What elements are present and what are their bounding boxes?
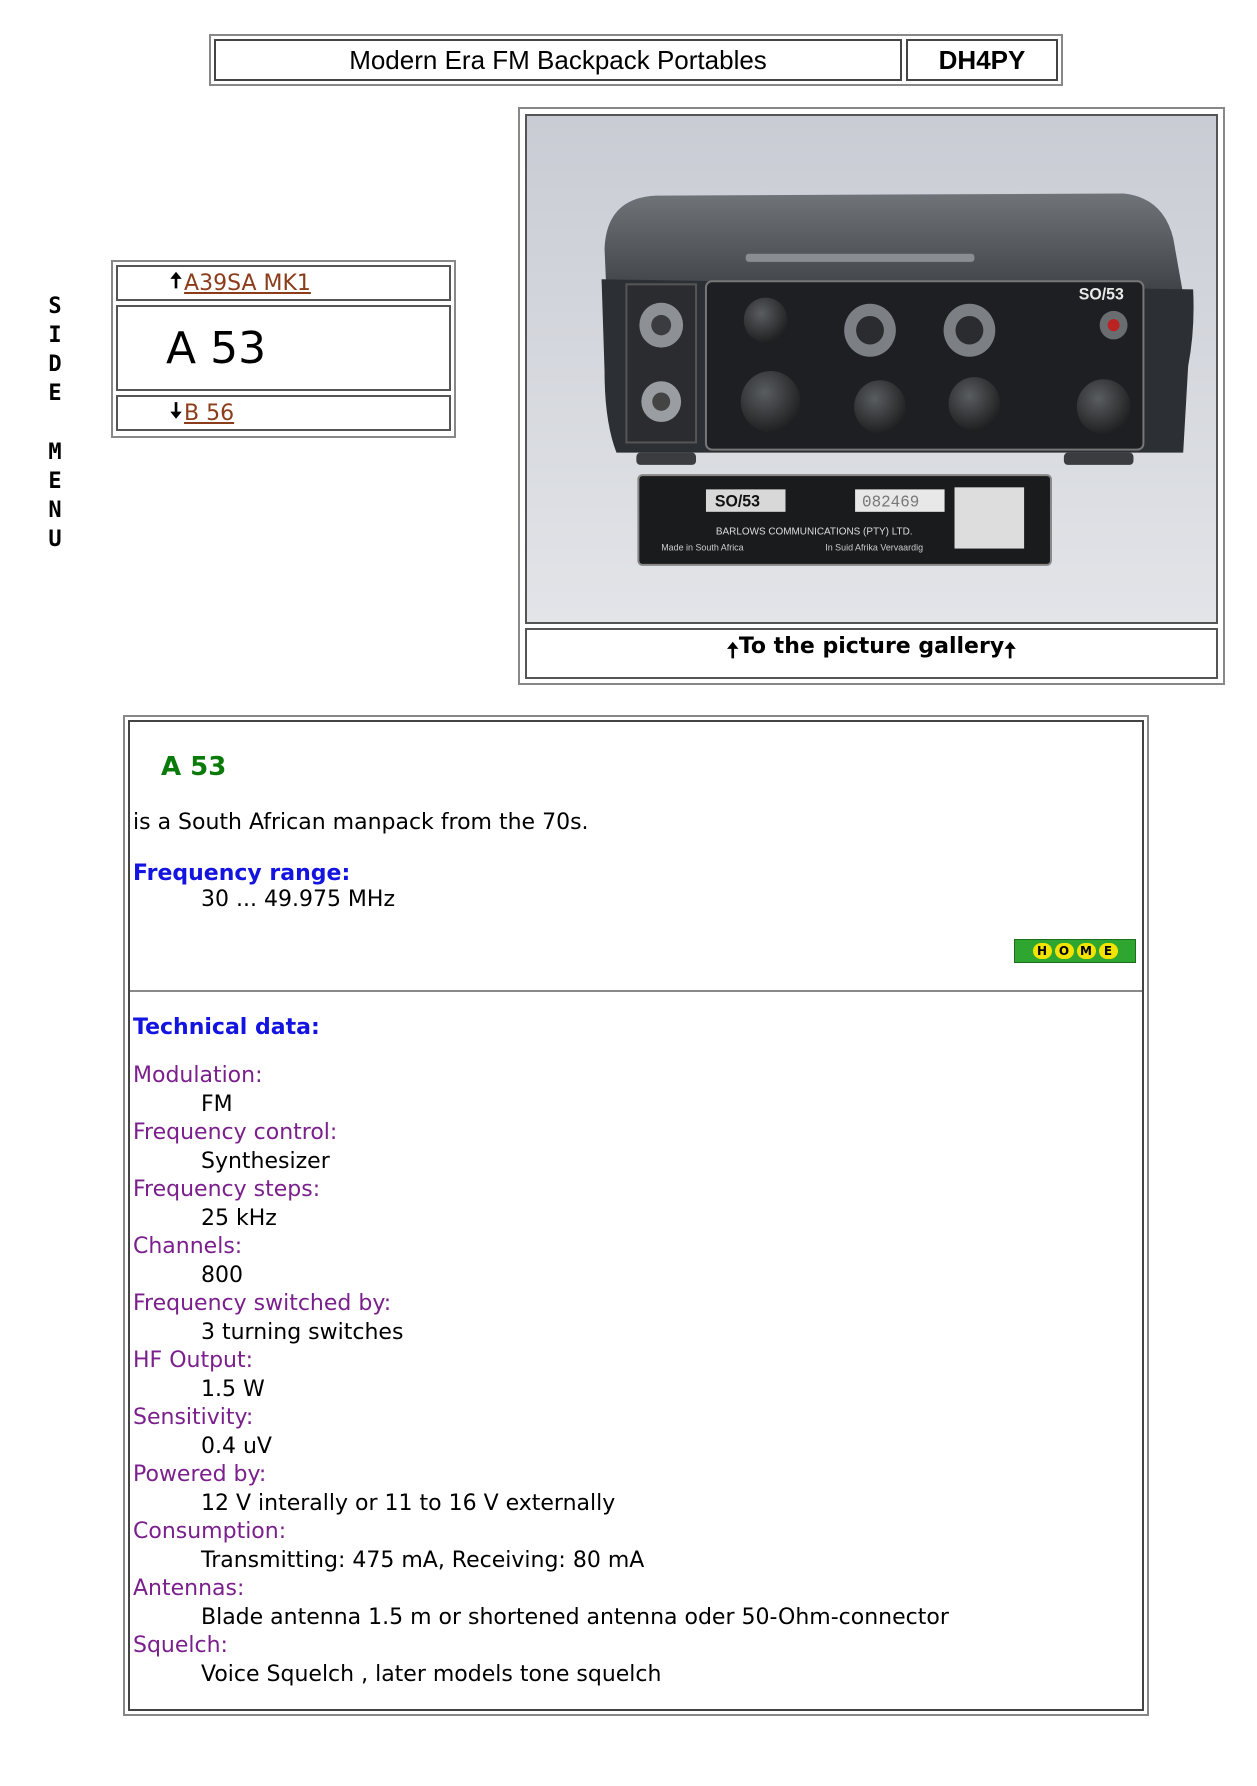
page-title: Modern Era FM Backpack Portables bbox=[214, 39, 902, 81]
plate-made: Made in South Africa bbox=[661, 542, 744, 552]
side-menu-letter: E bbox=[48, 381, 62, 406]
spec-label: Squelch: bbox=[133, 1633, 228, 1658]
arrow-up-icon: 🠅 bbox=[1004, 639, 1017, 664]
intro-text: is a South African manpack from the 70s. bbox=[133, 810, 589, 835]
spec-value: 12 V interally or 11 to 16 V externally bbox=[201, 1491, 616, 1516]
arrow-down-icon: 🠇 bbox=[170, 399, 183, 424]
side-menu-letter: M bbox=[48, 440, 62, 465]
technical-data-heading: Technical data: bbox=[133, 1015, 320, 1040]
plate-made-local: In Suid Afrika Vervaardig bbox=[825, 542, 923, 552]
home-letter: H bbox=[1032, 943, 1052, 959]
spec-label: Frequency control: bbox=[133, 1120, 338, 1145]
spec-value: FM bbox=[201, 1092, 233, 1117]
spec-value: Voice Squelch , later models tone squelc… bbox=[201, 1662, 662, 1687]
plate-type: SO/53 bbox=[715, 493, 760, 511]
spec-label: Frequency steps: bbox=[133, 1177, 321, 1202]
spec-list: Modulation: FM Frequency control: Synthe… bbox=[133, 1062, 949, 1689]
home-letter: M bbox=[1076, 943, 1096, 959]
spec-label: Sensitivity: bbox=[133, 1405, 254, 1430]
page-header: Modern Era FM Backpack Portables DH4PY bbox=[209, 34, 1063, 86]
side-menu-letter: S bbox=[48, 294, 62, 319]
spec-label: Antennas: bbox=[133, 1576, 245, 1601]
side-menu-letter: N bbox=[48, 498, 62, 523]
spec-value: 800 bbox=[201, 1263, 243, 1288]
current-model: A 53 bbox=[116, 305, 451, 391]
gallery-link[interactable]: 🠅 To the picture gallery 🠅 bbox=[525, 628, 1218, 679]
radio-photo[interactable]: SO/53 SO/53 082469 BARLOWS COMMUNICATION… bbox=[525, 114, 1218, 624]
spec-label: Frequency switched by: bbox=[133, 1291, 392, 1316]
photo-box: SO/53 SO/53 082469 BARLOWS COMMUNICATION… bbox=[518, 107, 1225, 685]
info-content: A 53 is a South African manpack from the… bbox=[128, 720, 1144, 1711]
next-model-cell: 🠇 B 56 bbox=[116, 395, 451, 431]
panel-label: SO/53 bbox=[1079, 285, 1124, 303]
spec-label: Consumption: bbox=[133, 1519, 287, 1544]
prev-model-cell: 🠅 A39SA MK1 bbox=[116, 265, 451, 301]
spec-value: 0.4 uV bbox=[201, 1434, 272, 1459]
gallery-label: To the picture gallery bbox=[738, 634, 1005, 659]
model-heading: A 53 bbox=[161, 752, 227, 782]
spec-label: Powered by: bbox=[133, 1462, 267, 1487]
spec-value: 1.5 W bbox=[201, 1377, 265, 1402]
section-divider bbox=[130, 990, 1142, 992]
spec-value: 3 turning switches bbox=[201, 1320, 404, 1345]
side-menu-letter: D bbox=[48, 352, 62, 377]
callsign: DH4PY bbox=[906, 39, 1058, 81]
arrow-up-icon: 🠅 bbox=[170, 269, 183, 294]
spec-label: Modulation: bbox=[133, 1063, 263, 1088]
side-menu-link[interactable]: S I D E M E N U bbox=[40, 292, 70, 554]
home-letter: E bbox=[1098, 943, 1118, 959]
next-model-link[interactable]: B 56 bbox=[184, 401, 234, 426]
side-menu-letter: I bbox=[48, 323, 62, 348]
radio-photo-image: SO/53 SO/53 082469 BARLOWS COMMUNICATION… bbox=[527, 116, 1216, 622]
spec-label: HF Output: bbox=[133, 1348, 254, 1373]
arrow-up-icon: 🠅 bbox=[726, 639, 739, 664]
side-menu-letter: E bbox=[48, 469, 62, 494]
spec-label: Channels: bbox=[133, 1234, 243, 1259]
home-letter: O bbox=[1054, 943, 1074, 959]
spec-value: Synthesizer bbox=[201, 1149, 330, 1174]
prev-model-link[interactable]: A39SA MK1 bbox=[184, 271, 311, 296]
info-box: A 53 is a South African manpack from the… bbox=[123, 715, 1149, 1716]
plate-serial: 082469 bbox=[862, 494, 919, 512]
side-menu-letter: U bbox=[48, 527, 62, 552]
frequency-range-value: 30 ... 49.975 MHz bbox=[201, 887, 396, 912]
plate-maker: BARLOWS COMMUNICATIONS (PTY) LTD. bbox=[716, 526, 913, 537]
spec-value: Blade antenna 1.5 m or shortened antenna… bbox=[201, 1605, 949, 1630]
spec-value: Transmitting: 475 mA, Receiving: 80 mA bbox=[201, 1548, 645, 1573]
frequency-range-heading: Frequency range: bbox=[133, 861, 351, 886]
spec-value: 25 kHz bbox=[201, 1206, 277, 1231]
model-navigation: 🠅 A39SA MK1 A 53 🠇 B 56 bbox=[111, 260, 456, 438]
home-button[interactable]: H O M E bbox=[1014, 939, 1136, 963]
